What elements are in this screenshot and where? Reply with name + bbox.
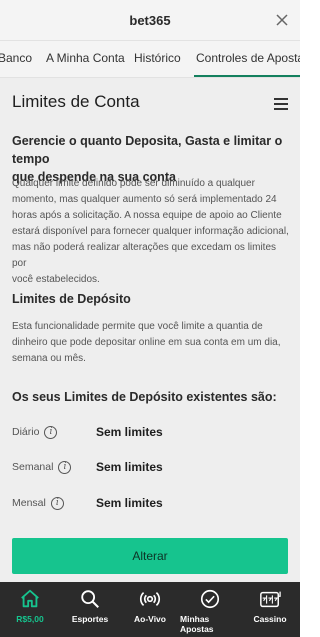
deposit-text-line: Esta funcionalidade permite que você lim… [12, 321, 263, 332]
nav-sports[interactable]: Esportes [60, 582, 120, 637]
nav-home[interactable]: R$5,00 [0, 582, 60, 637]
nav-casino[interactable]: Cassino [240, 582, 300, 637]
deposit-limits-heading: Limites de Depósito [12, 292, 131, 306]
search-icon [81, 590, 99, 608]
intro-text: Qualquer limite definido pode ser diminu… [12, 176, 290, 288]
check-circle-icon [200, 589, 220, 609]
intro-text-line: você estabelecidos. [12, 274, 100, 285]
nav-label: R$5,00 [16, 614, 44, 624]
tab-controles-de-aposta[interactable]: Controles de Aposta [194, 41, 300, 77]
limit-row-monthly: Mensal i Sem limites [12, 493, 282, 513]
account-limits-panel: Limites de Conta Gerencie o quanto Depos… [0, 78, 300, 582]
deposit-text-line: semana ou mês. [12, 353, 86, 364]
nav-label: Ao-Vivo [134, 614, 166, 624]
page-title: Limites de Conta [12, 92, 140, 111]
slot-machine-icon [260, 591, 281, 608]
existing-limits-heading: Os seus Limites de Depósito existentes s… [12, 390, 277, 404]
tab-minha-conta[interactable]: A Minha Conta [46, 41, 125, 77]
hamburger-menu-icon[interactable] [274, 98, 288, 110]
limit-label: Diário [12, 426, 40, 438]
info-icon[interactable]: i [50, 496, 64, 510]
tab-historico[interactable]: Histórico [134, 41, 181, 77]
close-icon[interactable] [274, 12, 290, 28]
nav-label: Esportes [71, 614, 109, 624]
info-icon[interactable]: i [44, 425, 58, 439]
limit-value: Sem limites [96, 425, 163, 439]
intro-text-line: mas não poderá realizar alterações que e… [12, 242, 277, 269]
top-bar: bet365 [0, 0, 300, 40]
limit-row-daily: Diário i Sem limites [12, 422, 282, 442]
home-icon [21, 589, 39, 608]
limit-row-weekly: Semanal i Sem limites [12, 457, 282, 477]
tab-bar: Banco A Minha Conta Histórico Controles … [0, 40, 300, 78]
intro-text-line: estará disponível para fornecer qualquer… [12, 226, 289, 237]
limit-value: Sem limites [96, 496, 163, 510]
limit-value: Sem limites [96, 460, 163, 474]
limit-label: Semanal [12, 461, 54, 473]
intro-heading-line: Gerencie o quanto Deposita, Gasta e limi… [12, 134, 283, 166]
intro-text-line: horas após a solicitação. A nossa equipe… [12, 210, 282, 221]
nav-my-bets[interactable]: Minhas Apostas [180, 582, 240, 637]
info-icon[interactable]: i [58, 460, 72, 474]
live-broadcast-icon [139, 591, 161, 607]
intro-text-line: Qualquer limite definido pode ser diminu… [12, 178, 255, 189]
app-title: bet365 [129, 12, 171, 28]
nav-label: Minhas Apostas [180, 614, 214, 634]
deposit-text-line: dinheiro que pode depositar online em su… [12, 337, 281, 348]
intro-text-line: momento, mas qualquer aumento só será im… [12, 194, 277, 205]
deposit-limits-text: Esta funcionalidade permite que você lim… [12, 319, 290, 367]
nav-live[interactable]: Ao-Vivo [120, 582, 180, 637]
bottom-navigation: R$5,00 Esportes Ao-Vivo Minhas Apostas C… [0, 582, 300, 637]
tab-banco[interactable]: Banco [0, 41, 32, 77]
nav-label: Cassino [253, 614, 287, 624]
limit-label: Mensal [12, 497, 46, 509]
change-limits-button[interactable]: Alterar [12, 538, 288, 574]
